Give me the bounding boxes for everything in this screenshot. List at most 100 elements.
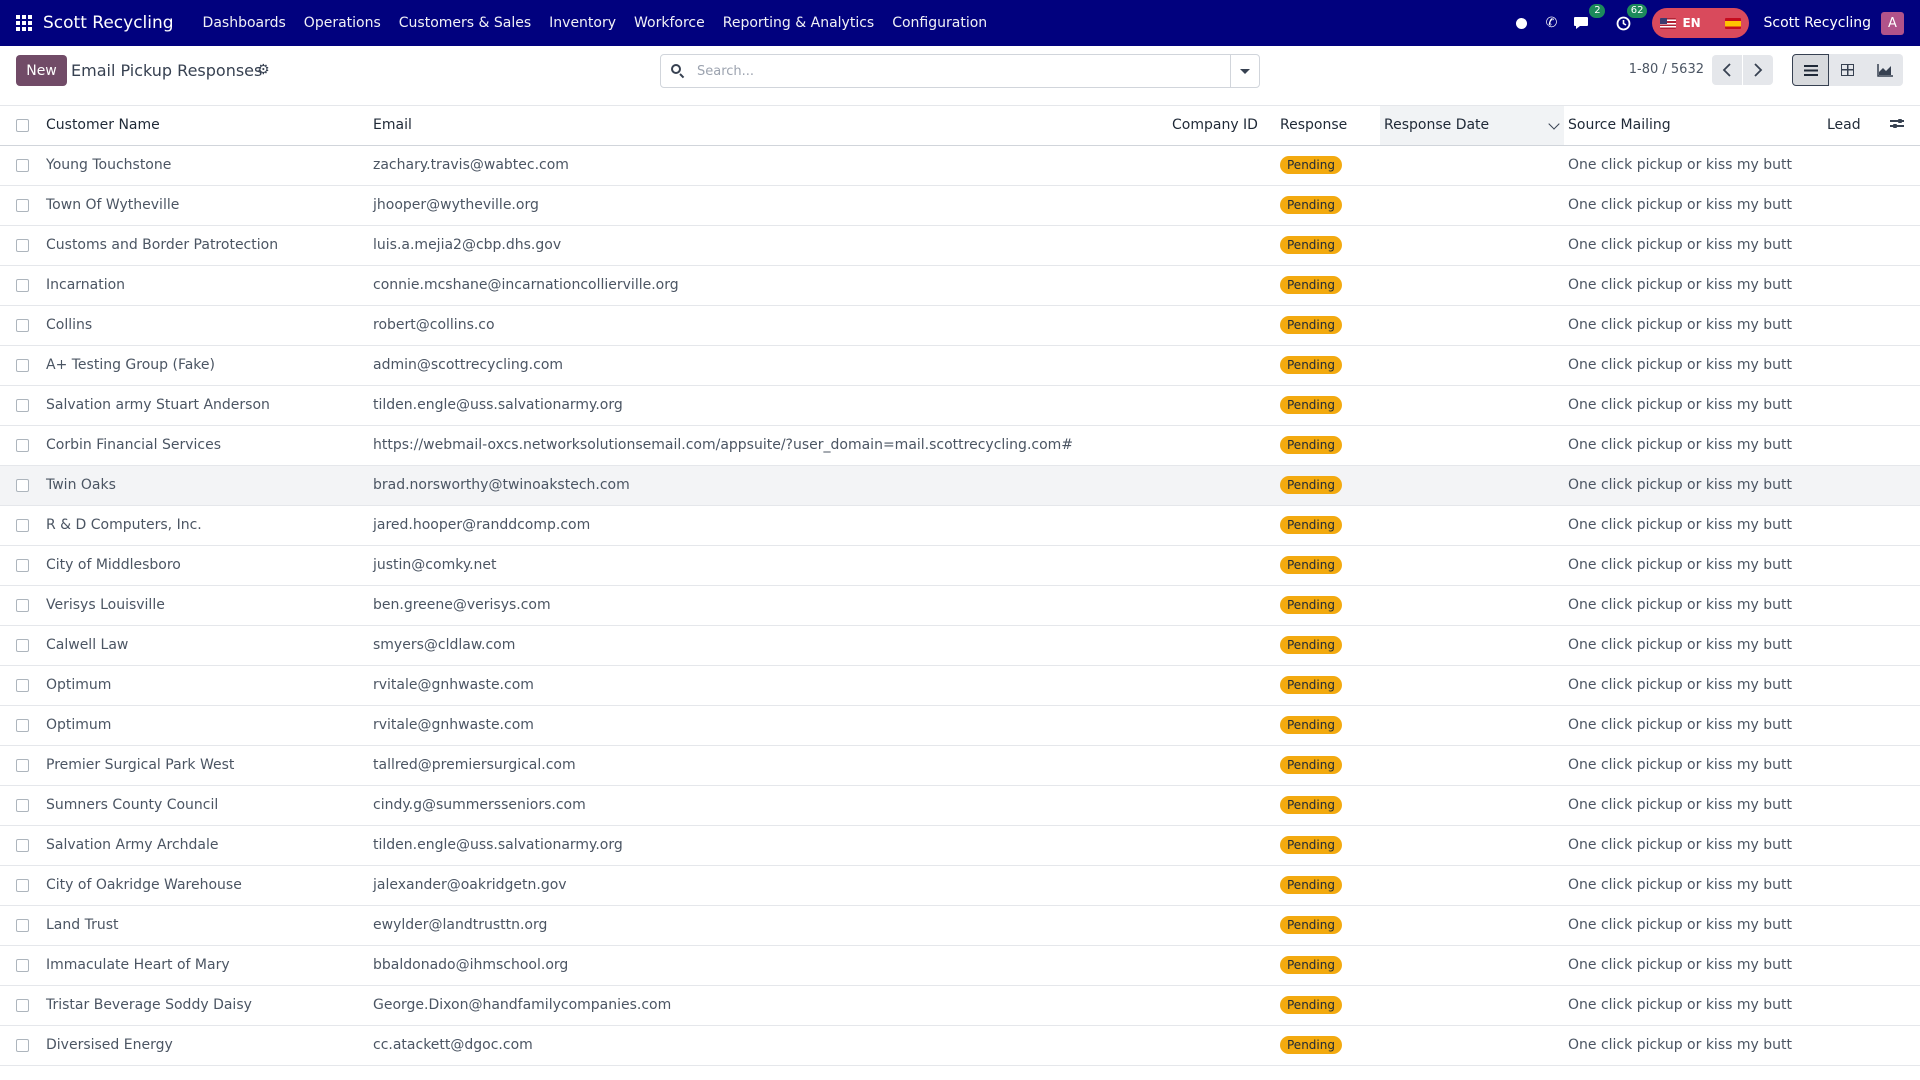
lead-cell[interactable] bbox=[1823, 225, 1890, 266]
email-cell[interactable]: tilden.engle@uss.salvationarmy.org bbox=[369, 385, 1168, 426]
lead-cell[interactable] bbox=[1823, 145, 1890, 186]
status-dot-icon[interactable] bbox=[1510, 12, 1532, 34]
row-checkbox[interactable] bbox=[16, 798, 29, 812]
company-id-cell[interactable] bbox=[1168, 465, 1276, 506]
source-mailing-cell[interactable]: One click pickup or kiss my butt bbox=[1564, 385, 1823, 426]
email-cell[interactable]: George.Dixon@handfamilycompanies.com bbox=[369, 985, 1168, 1026]
email-cell[interactable]: brad.norsworthy@twinoakstech.com bbox=[369, 465, 1168, 506]
table-row[interactable]: Incarnation connie.mcshane@incarnationcol… bbox=[0, 265, 1920, 306]
company-id-cell[interactable] bbox=[1168, 585, 1276, 626]
company-switcher[interactable]: Scott Recycling bbox=[1763, 15, 1871, 31]
response-date-cell[interactable] bbox=[1380, 545, 1564, 586]
company-id-cell[interactable] bbox=[1168, 425, 1276, 466]
response-cell[interactable]: Pending bbox=[1276, 425, 1380, 466]
lead-cell[interactable] bbox=[1823, 505, 1890, 546]
lead-cell[interactable] bbox=[1823, 825, 1890, 866]
response-date-cell[interactable] bbox=[1380, 345, 1564, 386]
column-header-email[interactable]: Email bbox=[369, 106, 1168, 146]
response-date-cell[interactable] bbox=[1380, 745, 1564, 786]
customer-name-cell[interactable]: R & D Computers, Inc. bbox=[41, 505, 369, 546]
row-checkbox[interactable] bbox=[16, 1038, 29, 1052]
response-cell[interactable]: Pending bbox=[1276, 785, 1380, 826]
table-row[interactable]: Calwell Law smyers@cldlaw.com Pending One c… bbox=[0, 625, 1920, 666]
email-cell[interactable]: ewylder@landtrusttn.org bbox=[369, 905, 1168, 946]
response-date-cell[interactable] bbox=[1380, 305, 1564, 346]
flag-es-icon[interactable] bbox=[1725, 17, 1742, 29]
source-mailing-cell[interactable]: One click pickup or kiss my butt bbox=[1564, 625, 1823, 666]
company-id-cell[interactable] bbox=[1168, 1025, 1276, 1066]
customer-name-cell[interactable]: Verisys Louisville bbox=[41, 585, 369, 626]
company-id-cell[interactable] bbox=[1168, 265, 1276, 306]
company-id-cell[interactable] bbox=[1168, 185, 1276, 226]
response-cell[interactable]: Pending bbox=[1276, 465, 1380, 506]
response-date-cell[interactable] bbox=[1380, 625, 1564, 666]
row-checkbox[interactable] bbox=[16, 478, 29, 492]
optional-columns-icon[interactable] bbox=[1890, 117, 1904, 129]
company-id-cell[interactable] bbox=[1168, 825, 1276, 866]
company-id-cell[interactable] bbox=[1168, 305, 1276, 346]
table-row[interactable]: Land Trust ewylder@landtrusttn.org Pending… bbox=[0, 905, 1920, 946]
response-cell[interactable]: Pending bbox=[1276, 185, 1380, 226]
response-date-cell[interactable] bbox=[1380, 425, 1564, 466]
apps-grid-icon[interactable] bbox=[16, 14, 33, 32]
source-mailing-cell[interactable]: One click pickup or kiss my butt bbox=[1564, 705, 1823, 746]
source-mailing-cell[interactable]: One click pickup or kiss my butt bbox=[1564, 145, 1823, 186]
response-cell[interactable]: Pending bbox=[1276, 705, 1380, 746]
response-date-cell[interactable] bbox=[1380, 465, 1564, 506]
graph-view-button[interactable] bbox=[1866, 54, 1903, 86]
table-row[interactable]: Optimum rvitale@gnhwaste.com Pending One cl… bbox=[0, 665, 1920, 706]
table-row[interactable]: A+ Testing Group (Fake) admin@scottrecycl… bbox=[0, 345, 1920, 386]
lead-cell[interactable] bbox=[1823, 665, 1890, 706]
customer-name-cell[interactable]: Premier Surgical Park West bbox=[41, 745, 369, 786]
search-options-toggle[interactable] bbox=[1230, 55, 1259, 87]
menu-item-workforce[interactable]: Workforce bbox=[625, 15, 714, 31]
lead-cell[interactable] bbox=[1823, 745, 1890, 786]
source-mailing-cell[interactable]: One click pickup or kiss my butt bbox=[1564, 305, 1823, 346]
table-row[interactable]: Diversised Energy cc.atackett@dgoc.com Pen… bbox=[0, 1025, 1920, 1066]
response-date-cell[interactable] bbox=[1380, 825, 1564, 866]
table-row[interactable]: Immaculate Heart of Mary bbaldonado@ihmsc… bbox=[0, 945, 1920, 986]
response-cell[interactable]: Pending bbox=[1276, 545, 1380, 586]
response-cell[interactable]: Pending bbox=[1276, 305, 1380, 346]
response-cell[interactable]: Pending bbox=[1276, 825, 1380, 866]
row-checkbox[interactable] bbox=[16, 158, 29, 172]
menu-item-operations[interactable]: Operations bbox=[295, 15, 390, 31]
table-row[interactable]: Corbin Financial Services https://webmail… bbox=[0, 425, 1920, 466]
row-checkbox[interactable] bbox=[16, 278, 29, 292]
customer-name-cell[interactable]: Immaculate Heart of Mary bbox=[41, 945, 369, 986]
source-mailing-cell[interactable]: One click pickup or kiss my butt bbox=[1564, 585, 1823, 626]
column-header-customer-name[interactable]: Customer Name bbox=[41, 106, 369, 146]
source-mailing-cell[interactable]: One click pickup or kiss my butt bbox=[1564, 905, 1823, 946]
response-date-cell[interactable] bbox=[1380, 1025, 1564, 1066]
email-cell[interactable]: rvitale@gnhwaste.com bbox=[369, 705, 1168, 746]
customer-name-cell[interactable]: City of Oakridge Warehouse bbox=[41, 865, 369, 906]
lead-cell[interactable] bbox=[1823, 705, 1890, 746]
table-row[interactable]: R & D Computers, Inc. jared.hooper@randdc… bbox=[0, 505, 1920, 546]
response-date-cell[interactable] bbox=[1380, 585, 1564, 626]
source-mailing-cell[interactable]: One click pickup or kiss my butt bbox=[1564, 465, 1823, 506]
email-cell[interactable]: zachary.travis@wabtec.com bbox=[369, 145, 1168, 186]
customer-name-cell[interactable]: Diversised Energy bbox=[41, 1025, 369, 1066]
response-date-cell[interactable] bbox=[1380, 905, 1564, 946]
pager-previous-button[interactable] bbox=[1712, 55, 1742, 85]
company-id-cell[interactable] bbox=[1168, 785, 1276, 826]
row-checkbox[interactable] bbox=[16, 678, 29, 692]
email-cell[interactable]: ben.greene@verisys.com bbox=[369, 585, 1168, 626]
row-checkbox[interactable] bbox=[16, 438, 29, 452]
table-row[interactable]: Town Of Wytheville jhooper@wytheville.org… bbox=[0, 185, 1920, 226]
table-row[interactable]: City of Oakridge Warehouse jalexander@oak… bbox=[0, 865, 1920, 906]
source-mailing-cell[interactable]: One click pickup or kiss my butt bbox=[1564, 505, 1823, 546]
email-cell[interactable]: rvitale@gnhwaste.com bbox=[369, 665, 1168, 706]
email-cell[interactable]: jhooper@wytheville.org bbox=[369, 185, 1168, 226]
source-mailing-cell[interactable]: One click pickup or kiss my butt bbox=[1564, 425, 1823, 466]
menu-item-configuration[interactable]: Configuration bbox=[883, 15, 996, 31]
pager-next-button[interactable] bbox=[1743, 55, 1773, 85]
response-cell[interactable]: Pending bbox=[1276, 745, 1380, 786]
email-cell[interactable]: robert@collins.co bbox=[369, 305, 1168, 346]
table-row[interactable]: Tristar Beverage Soddy Daisy George.Dixon… bbox=[0, 985, 1920, 1026]
email-cell[interactable]: admin@scottrecycling.com bbox=[369, 345, 1168, 386]
source-mailing-cell[interactable]: One click pickup or kiss my butt bbox=[1564, 1025, 1823, 1066]
source-mailing-cell[interactable]: One click pickup or kiss my butt bbox=[1564, 825, 1823, 866]
email-cell[interactable]: jared.hooper@randdcomp.com bbox=[369, 505, 1168, 546]
row-checkbox[interactable] bbox=[16, 318, 29, 332]
